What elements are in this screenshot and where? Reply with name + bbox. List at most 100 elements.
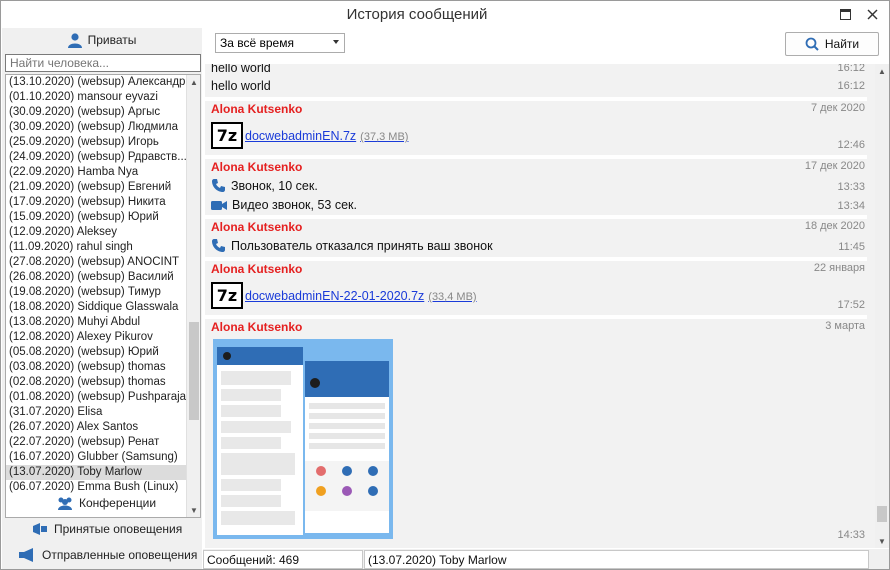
archive-7z-icon[interactable]: 7z bbox=[211, 122, 243, 149]
contact-item[interactable]: (31.07.2020) Elisa bbox=[6, 405, 187, 420]
user-icon bbox=[67, 32, 82, 48]
contact-item[interactable]: (25.09.2020) (websup) Игорь bbox=[6, 135, 187, 150]
contact-item[interactable]: (02.08.2020) (websup) thomas bbox=[6, 375, 187, 390]
call-text: Звонок, 10 сек. bbox=[231, 178, 318, 193]
contact-item[interactable]: (05.08.2020) (websup) Юрий bbox=[6, 345, 187, 360]
rejected-text: Пользователь отказался принять ваш звоно… bbox=[231, 238, 493, 253]
title-bar: История сообщений bbox=[1, 1, 889, 28]
message-block: Alona Kutsenko 17 дек 2020 Звонок, 10 се… bbox=[205, 159, 867, 215]
message-time: 13:33 bbox=[837, 181, 865, 193]
contact-item[interactable]: (24.09.2020) (websup) Рдравств... bbox=[6, 150, 187, 165]
video-camera-icon bbox=[211, 200, 227, 210]
sent-alerts-label: Отправленные оповещения bbox=[42, 548, 198, 562]
messages-pane: hello world 16:12 hello world 16:12 Alon… bbox=[205, 64, 889, 548]
contact-item[interactable]: (11.09.2020) rahul singh bbox=[6, 240, 187, 255]
contact-item[interactable]: (12.08.2020) Alexey Pikurov bbox=[6, 330, 187, 345]
contact-item[interactable]: (01.08.2020) (websup) Pushparaja bbox=[6, 390, 187, 405]
contacts-scrollbar[interactable]: ▲ ▼ bbox=[186, 75, 200, 517]
messages-scrollbar[interactable]: ▲ ▼ bbox=[875, 64, 889, 548]
maximize-button[interactable] bbox=[834, 3, 856, 25]
conferences-button[interactable]: Конференции bbox=[2, 491, 202, 515]
search-people-input[interactable] bbox=[5, 54, 201, 72]
group-icon bbox=[58, 497, 72, 510]
contact-item[interactable]: (30.09.2020) (websup) Аргыс bbox=[6, 105, 187, 120]
contact-item[interactable]: (30.09.2020) (websup) Людмила bbox=[6, 120, 187, 135]
contacts-scroll-thumb[interactable] bbox=[189, 322, 199, 420]
message-block: Alona Kutsenko 22 января 7z docwebadminE… bbox=[205, 261, 867, 315]
find-label: Найти bbox=[824, 37, 860, 51]
contacts-list: (13.10.2020) (websup) Александр (01.10.20… bbox=[5, 74, 201, 518]
messages-scroll-thumb[interactable] bbox=[877, 506, 887, 522]
contact-item[interactable]: (22.09.2020) Hamba Nya bbox=[6, 165, 187, 180]
main-panel: За всё время Найти hello world 16:12 hel… bbox=[203, 28, 889, 569]
contact-item[interactable]: (21.09.2020) (websup) Евгений bbox=[6, 180, 187, 195]
sidebar: Приваты (13.10.2020) (websup) Александр(… bbox=[2, 28, 202, 569]
image-attachment[interactable] bbox=[213, 339, 393, 539]
message-time: 13:34 bbox=[837, 200, 865, 212]
message-history-window: История сообщений Приваты (13.10.2020) (… bbox=[0, 0, 890, 570]
message-date: 22 января bbox=[813, 262, 865, 274]
contact-item[interactable]: (26.07.2020) Alex Santos bbox=[6, 420, 187, 435]
file-size: (33,4 MB) bbox=[428, 291, 477, 303]
video-call-line: Видео звонок, 53 сек. bbox=[211, 198, 357, 212]
scroll-down-icon[interactable]: ▼ bbox=[875, 534, 889, 548]
message-block: Alona Kutsenko 18 дек 2020 Пользователь … bbox=[205, 219, 867, 257]
contact-item[interactable]: (13.10.2020) (websup) Александр bbox=[6, 75, 187, 90]
close-button[interactable] bbox=[861, 3, 883, 25]
message-time: 12:46 bbox=[837, 139, 865, 151]
received-alerts-button[interactable]: Принятые оповещения bbox=[2, 517, 202, 541]
message-block: Alona Kutsenko 7 дек 2020 7z docwebadmin… bbox=[205, 101, 867, 155]
sender-name: Alona Kutsenko bbox=[211, 160, 303, 174]
image-preview bbox=[213, 339, 393, 539]
scroll-up-icon[interactable]: ▲ bbox=[187, 75, 200, 89]
message-time: 11:45 bbox=[838, 241, 865, 253]
archive-7z-icon[interactable]: 7z bbox=[211, 282, 243, 309]
privates-tab[interactable]: Приваты bbox=[2, 28, 202, 52]
file-name[interactable]: docwebadminEN.7z bbox=[245, 129, 356, 143]
privates-label: Приваты bbox=[87, 33, 137, 47]
contact-item[interactable]: (15.09.2020) (websup) Юрий bbox=[6, 210, 187, 225]
contact-item[interactable]: (03.08.2020) (websup) thomas bbox=[6, 360, 187, 375]
contact-item[interactable]: (17.09.2020) (websup) Никита bbox=[6, 195, 187, 210]
period-value: За всё время bbox=[220, 36, 294, 50]
message-time: 14:33 bbox=[837, 529, 865, 541]
sender-name: Alona Kutsenko bbox=[211, 262, 303, 276]
contact-item[interactable]: (13.07.2020) Toby Marlow bbox=[6, 465, 187, 480]
message-block: Alona Kutsenko 3 марта 14:33 bbox=[205, 319, 867, 548]
message-time: 16:12 bbox=[837, 80, 865, 92]
message-time: 16:12 bbox=[837, 64, 865, 74]
video-call-text: Видео звонок, 53 сек. bbox=[232, 198, 357, 212]
contact-item[interactable]: (16.07.2020) Glubber (Samsung) bbox=[6, 450, 187, 465]
file-link[interactable]: docwebadminEN-22-01-2020.7z (33,4 MB) bbox=[245, 289, 477, 303]
contact-item[interactable]: (12.09.2020) Aleksey bbox=[6, 225, 187, 240]
current-contact: (13.07.2020) Toby Marlow bbox=[364, 550, 869, 569]
contact-item[interactable]: (18.08.2020) Siddique Glasswala bbox=[6, 300, 187, 315]
message-date: 7 дек 2020 bbox=[810, 102, 865, 114]
period-select[interactable]: За всё время bbox=[215, 33, 345, 53]
contact-item[interactable]: (01.10.2020) mansour eyvazi bbox=[6, 90, 187, 105]
file-size: (37,3 MB) bbox=[360, 131, 409, 143]
sender-name: Alona Kutsenko bbox=[211, 102, 303, 116]
sender-name: Alona Kutsenko bbox=[211, 220, 303, 234]
contact-item[interactable]: (27.08.2020) (websup) ANOCINT bbox=[6, 255, 187, 270]
contact-item[interactable]: (13.08.2020) Muhyi Abdul bbox=[6, 315, 187, 330]
phone-icon bbox=[212, 239, 225, 252]
window-title: История сообщений bbox=[346, 6, 488, 23]
phone-icon bbox=[212, 179, 225, 192]
file-link[interactable]: docwebadminEN.7z (37,3 MB) bbox=[245, 129, 408, 143]
contact-item[interactable]: (19.08.2020) (websup) Тимур bbox=[6, 285, 187, 300]
chevron-down-icon bbox=[333, 40, 339, 44]
message-block: hello world 16:12 hello world 16:12 bbox=[205, 64, 867, 97]
contact-item[interactable]: (22.07.2020) (websup) Ренат bbox=[6, 435, 187, 450]
contacts-items: (13.10.2020) (websup) Александр (01.10.20… bbox=[6, 75, 187, 517]
message-date: 18 дек 2020 bbox=[804, 220, 865, 232]
sent-alerts-button[interactable]: Отправленные оповещения bbox=[2, 543, 202, 567]
message-text: hello world bbox=[211, 64, 271, 75]
file-name[interactable]: docwebadminEN-22-01-2020.7z bbox=[245, 289, 424, 303]
scroll-up-icon[interactable]: ▲ bbox=[875, 64, 889, 78]
search-icon bbox=[805, 37, 819, 51]
contact-item[interactable]: (26.08.2020) (websup) Василий bbox=[6, 270, 187, 285]
conferences-label: Конференции bbox=[79, 496, 157, 510]
find-button[interactable]: Найти bbox=[785, 32, 879, 56]
message-date: 17 дек 2020 bbox=[804, 160, 865, 172]
